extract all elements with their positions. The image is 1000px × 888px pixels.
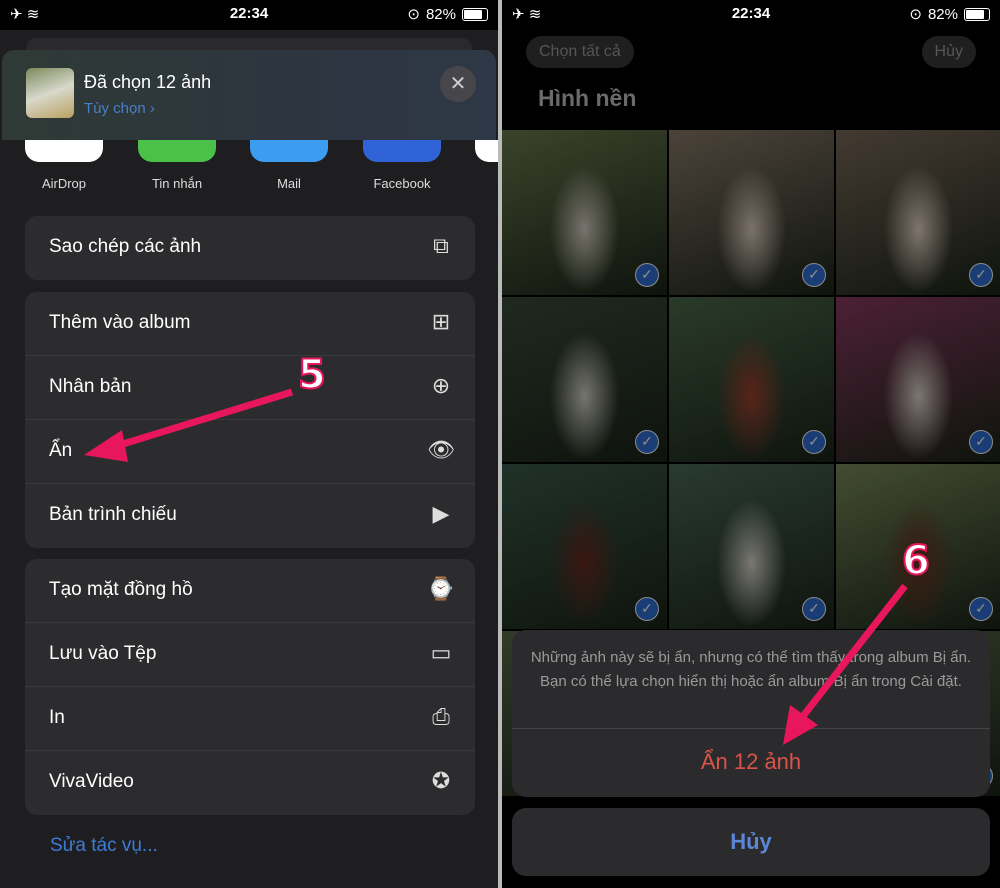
action-row[interactable]: Sao chép các ảnh ⧉ [25,216,475,280]
printer-icon: ⎙ [432,704,450,729]
action-label: Thêm vào album [49,312,191,333]
action-label: Lưu vào Tệp [49,643,157,664]
photo-thumbnail[interactable]: ✓ [502,297,667,462]
photo-thumbnail[interactable]: ✓ [502,130,667,295]
action-label: In [49,707,65,728]
photo-thumbnail[interactable]: ✓ [669,464,834,629]
action-label: Nhân bản [49,376,132,397]
action-label: Tạo mặt đồng hồ [49,579,193,600]
status-bar: ✈ ︎≋ 22:34 ⊙ 82% [0,0,498,30]
app-label: Mail [277,176,301,191]
photo-thumbnail[interactable]: ✓ [836,297,1000,462]
action-group: Tạo mặt đồng hồ ⌚ Lưu vào Tệp ▭ In ⎙ VivaVideo… [25,559,475,815]
share-app-4[interactable]: Me [475,140,498,191]
checkmark-icon: ✓ [802,597,826,621]
checkmark-icon: ✓ [969,430,993,454]
checkmark-icon: ✓ [635,597,659,621]
share-app-3[interactable]: Facebook [363,140,441,191]
share-app-0[interactable]: AirDrop [25,140,103,191]
photo-thumbnail[interactable]: ✓ [502,464,667,629]
checkmark-icon: ✓ [635,263,659,287]
action-row[interactable]: Tạo mặt đồng hồ ⌚ [25,559,475,623]
action-row[interactable]: VivaVideo ✪ [25,751,475,815]
photo-thumbnail[interactable]: ✓ [669,130,834,295]
folder-icon: ▭ [430,640,452,665]
hide-alert: Những ảnh này sẽ bị ẩn, nhưng có thể tìm… [512,630,990,797]
app-label: Me [475,176,498,191]
checkmark-icon: ✓ [802,430,826,454]
battery-percent: 82% [425,5,456,23]
action-label: Bản trình chiếu [49,504,177,525]
battery-icon [964,7,990,21]
app-icon [475,140,498,162]
share-header: Đã chọn 12 ảnh Tùy chọn › ✕ [2,50,496,140]
close-button[interactable]: ✕ [440,66,476,102]
vivavideo-icon: ✪ [431,768,451,793]
add-album-icon: ⊞ [431,309,451,334]
action-row[interactable]: Thêm vào album ⊞ [25,292,475,356]
photos-panel: ✈ ︎≋ 22:34 ⊙ 82% Chọn tất cả Hủy Hình nền… [502,0,1000,888]
app-label: Tin nhắn [151,176,203,191]
checkmark-icon: ✓ [969,263,993,287]
rotation-lock-icon: ⊙ [407,6,420,23]
app-icon [25,140,103,162]
watch-icon: ⌚ [427,576,455,601]
app-row: AirDrop Tin nhắn Mail Facebook Me [0,140,498,200]
action-row[interactable]: Ẩn 👁 [25,420,475,484]
album-title: Hình nền [538,85,637,111]
checkmark-icon: ✓ [635,430,659,454]
action-row[interactable]: In ⎙ [25,687,475,751]
action-row[interactable]: Bản trình chiếu ▶ [25,484,475,548]
step-annotation-5: 5 [297,351,327,399]
checkmark-icon: ✓ [969,597,993,621]
duplicate-icon: ⊕ [431,373,451,398]
app-label: AirDrop [41,176,87,191]
app-icon [250,140,328,162]
app-icon [138,140,216,162]
select-all-button[interactable]: Chọn tất cả [526,36,634,68]
play-icon: ▶ [432,501,450,526]
action-label: Ẩn [49,440,73,461]
rotation-lock-icon: ⊙ [909,6,922,23]
share-app-1[interactable]: Tin nhắn [138,140,216,191]
checkmark-icon: ✓ [802,263,826,287]
photo-thumbnail[interactable]: ✓ [669,297,834,462]
action-row[interactable]: Lưu vào Tệp ▭ [25,623,475,687]
battery-icon [462,7,488,21]
hide-photos-button[interactable]: Ẩn 12 ảnh [512,729,990,775]
cancel-button[interactable]: Hủy [512,808,990,876]
action-label: Sao chép các ảnh [49,236,202,257]
action-group: Thêm vào album ⊞ Nhân bản ⊕ Ẩn 👁 Bản trình chi… [25,292,475,548]
photo-thumbnail [26,68,74,118]
options-link[interactable]: Tùy chọn › [84,100,155,117]
eye-slash-icon: 👁 [427,437,455,462]
copy-icon: ⧉ [433,233,449,258]
step-annotation-6: 6 [901,537,931,585]
battery-percent: 82% [927,5,958,23]
app-label: Facebook [373,176,431,191]
alert-message: Những ảnh này sẽ bị ẩn, nhưng có thể tìm… [512,630,990,729]
app-icon [363,140,441,162]
cancel-top-button[interactable]: Hủy [921,36,976,68]
photo-thumbnail[interactable]: ✓ [836,130,1000,295]
edit-actions-link[interactable]: Sửa tác vụ... [50,835,158,857]
selection-title: Đã chọn 12 ảnh [84,72,212,92]
action-row[interactable]: Nhân bản ⊕ [25,356,475,420]
share-app-2[interactable]: Mail [250,140,328,191]
action-label: VivaVideo [49,771,134,792]
share-sheet-panel: ✈ ︎≋ 22:34 ⊙ 82% Đã chọn 12 ảnh Tùy chọn … [0,0,498,888]
status-bar: ✈ ︎≋ 22:34 ⊙ 82% [502,0,1000,30]
action-group: Sao chép các ảnh ⧉ [25,216,475,280]
